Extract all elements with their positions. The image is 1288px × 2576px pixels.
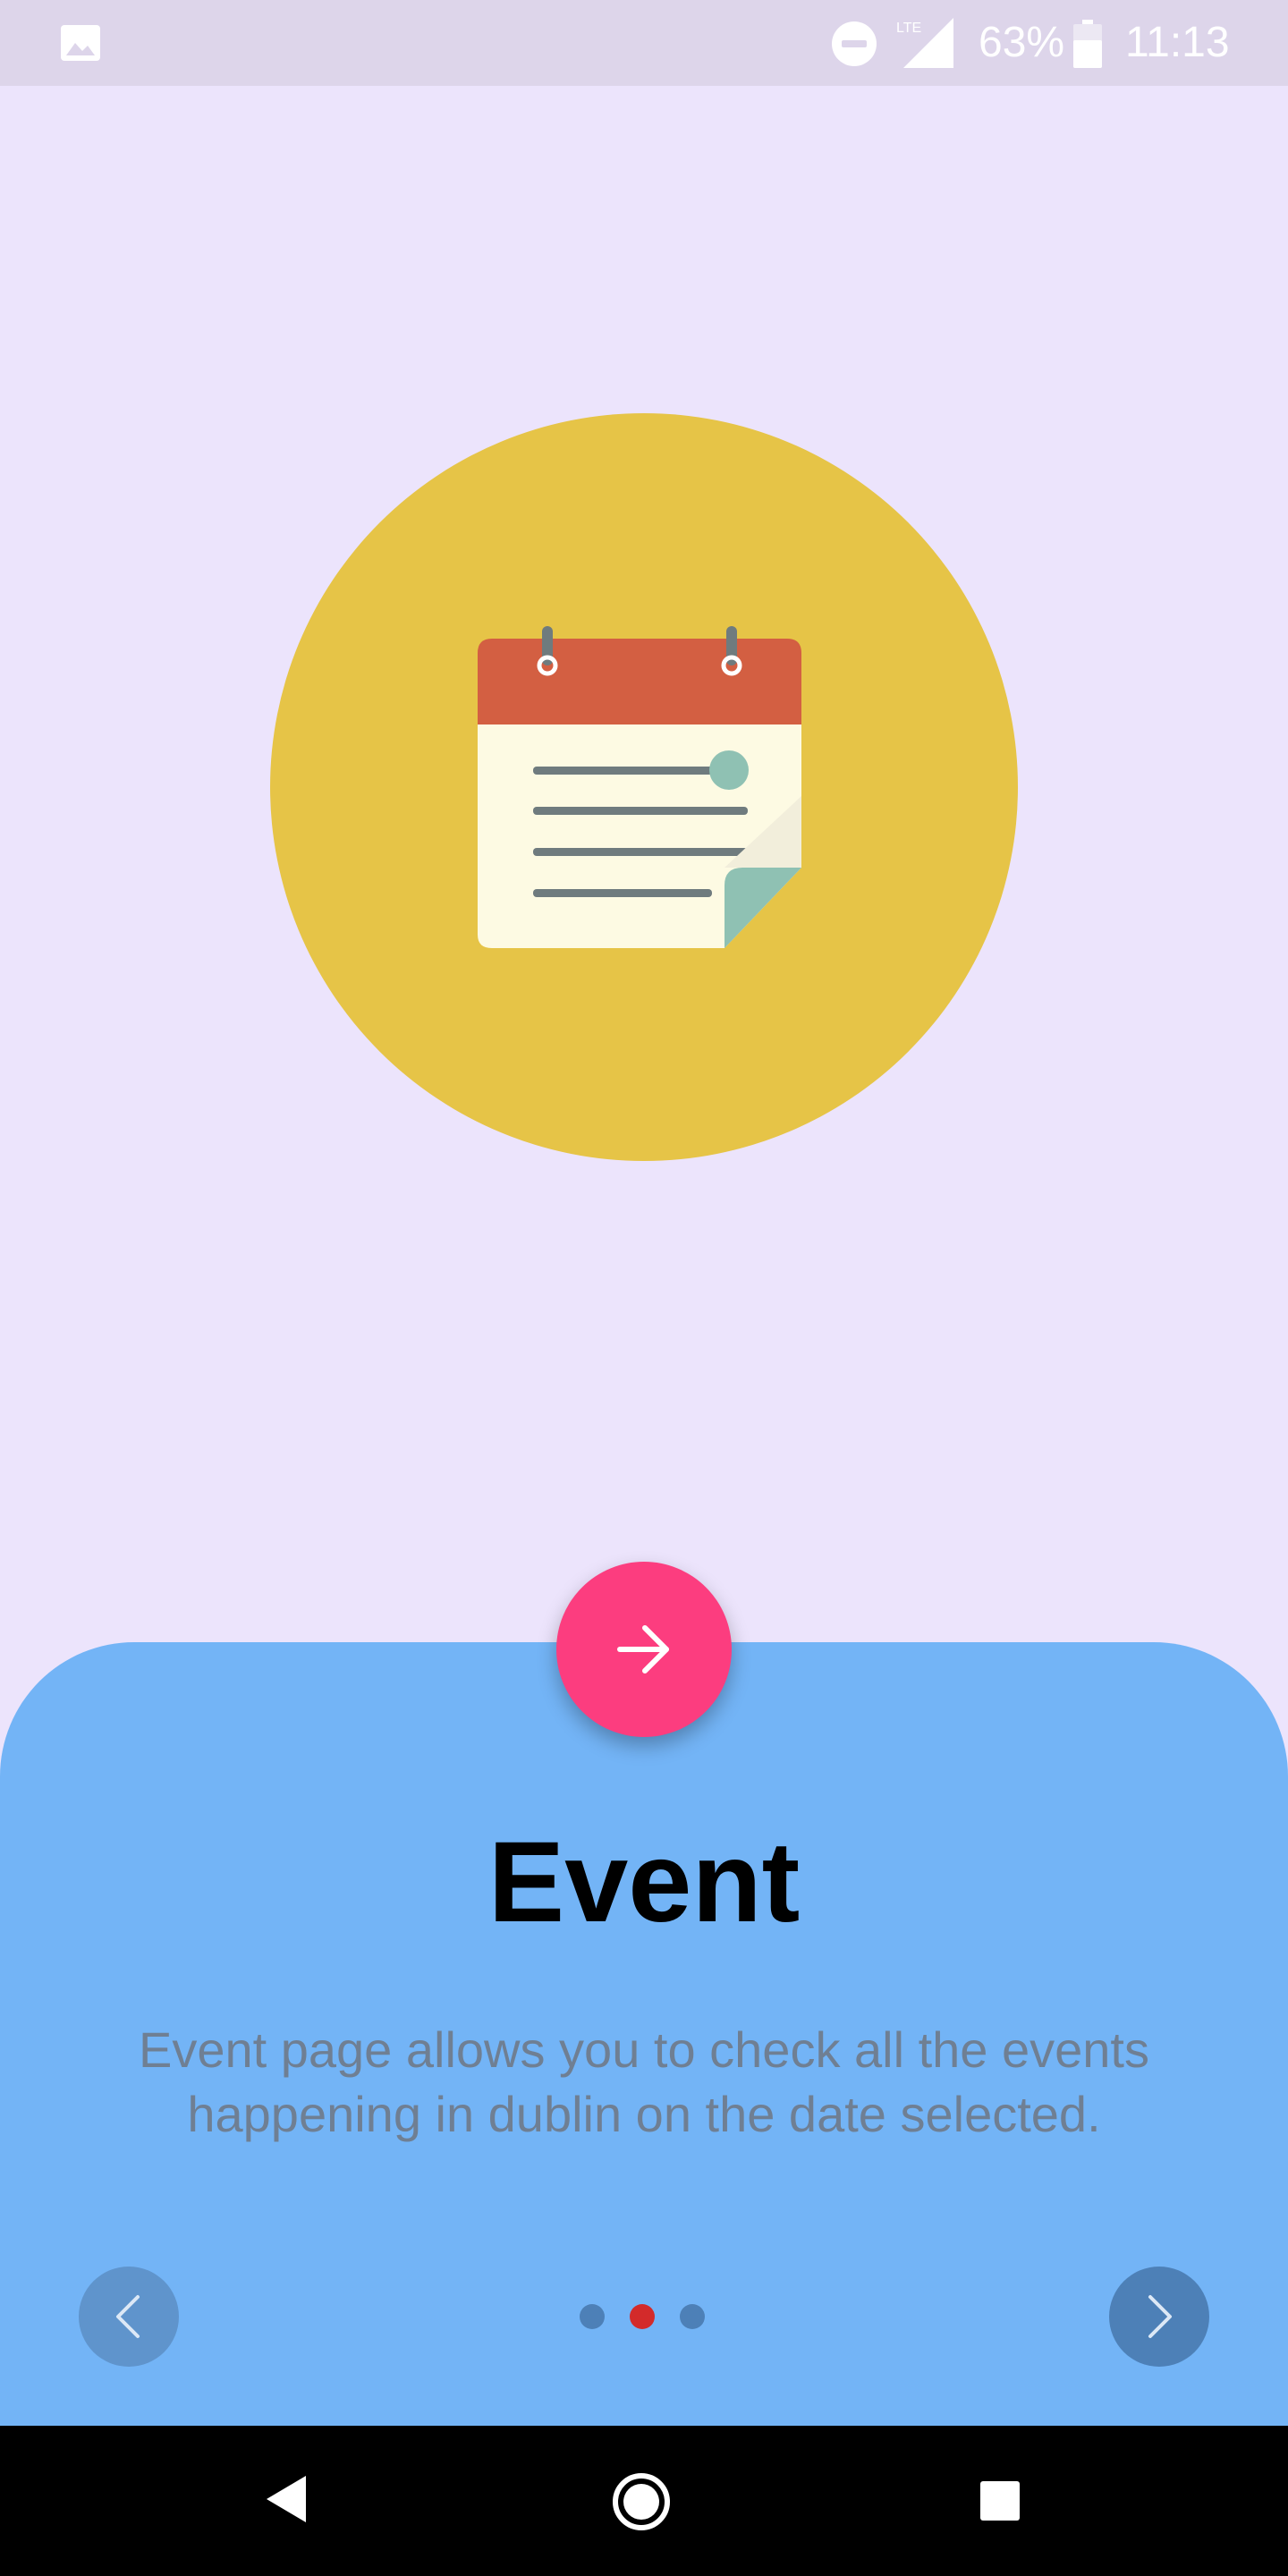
page-indicator: [580, 2304, 708, 2329]
recents-icon[interactable]: [980, 2481, 1020, 2521]
next-fab-button[interactable]: [556, 1562, 732, 1737]
do-not-disturb-icon: [832, 21, 877, 66]
gallery-icon: [61, 25, 100, 61]
back-icon[interactable]: [265, 2474, 308, 2524]
svg-text:LTE: LTE: [896, 21, 921, 36]
home-icon[interactable]: [612, 2472, 671, 2531]
slide-title: Event: [487, 1818, 801, 1946]
page-dot-active[interactable]: [630, 2304, 655, 2329]
battery-icon: [1073, 20, 1102, 68]
slide-description: Event page allows you to check all the e…: [138, 2021, 1149, 2142]
forward-button[interactable]: [1109, 2267, 1209, 2367]
lte-signal-icon: LTE: [896, 18, 953, 68]
chevron-left-icon: [116, 2295, 140, 2338]
previous-button[interactable]: [79, 2267, 179, 2367]
status-bar: LTE 63% 11:13: [0, 0, 1288, 86]
chevron-right-icon: [1148, 2295, 1172, 2338]
battery-percentage: 63%: [979, 19, 1065, 66]
clock: 11:13: [1125, 19, 1230, 66]
calendar-icon: [478, 626, 801, 948]
page-dot[interactable]: [680, 2304, 705, 2329]
onboarding-screen: LTE 63% 11:13 Event Event page allows yo…: [0, 0, 1288, 2576]
arrow-right-icon: [617, 1625, 669, 1674]
page-dot[interactable]: [580, 2304, 605, 2329]
system-nav-bar: [0, 2426, 1288, 2576]
